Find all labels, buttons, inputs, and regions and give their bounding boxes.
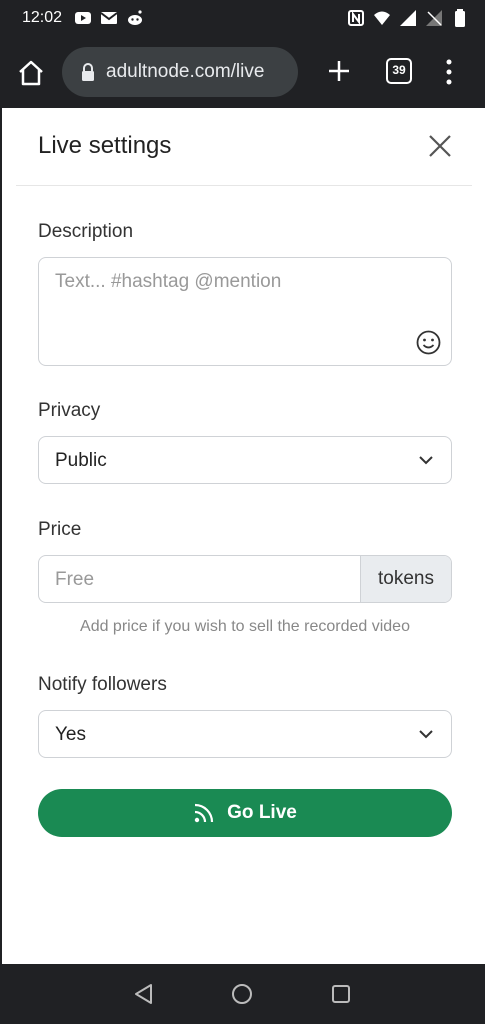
live-settings-panel: Live settings Description Text... #hasht… <box>0 108 485 964</box>
browser-toolbar: adultnode.com/live 39 <box>0 36 485 108</box>
notification-icons <box>74 9 144 27</box>
price-help-text: Add price if you wish to sell the record… <box>80 618 410 635</box>
home-icon[interactable] <box>16 58 46 88</box>
status-bar: 12:02 <box>0 0 485 36</box>
system-nav-bar <box>0 964 485 1024</box>
youtube-icon <box>75 12 91 24</box>
page-title: Live settings <box>38 132 172 159</box>
privacy-value: Public <box>55 450 107 471</box>
broadcast-icon <box>194 803 214 823</box>
status-time: 12:02 <box>22 9 63 26</box>
reddit-icon <box>128 10 142 25</box>
tokens-addon: tokens <box>360 556 451 602</box>
price-input[interactable]: Free tokens <box>38 555 452 603</box>
price-placeholder: Free <box>55 569 95 590</box>
close-icon[interactable] <box>428 134 452 158</box>
new-tab-icon[interactable] <box>326 58 352 84</box>
price-label: Price <box>38 519 82 540</box>
url-text: adultnode.com/live <box>106 61 265 82</box>
chevron-down-icon <box>419 730 433 739</box>
go-live-button[interactable]: Go Live <box>38 789 452 837</box>
notify-followers-select[interactable]: Yes <box>38 710 452 758</box>
address-bar[interactable]: adultnode.com/live <box>62 47 298 97</box>
lock-icon <box>82 63 94 81</box>
description-textarea[interactable]: Text... #hashtag @mention <box>38 257 452 366</box>
privacy-select[interactable]: Public <box>38 436 452 484</box>
more-menu-icon[interactable] <box>440 58 458 86</box>
battery-icon <box>455 9 465 27</box>
system-icons <box>347 9 469 27</box>
recents-icon[interactable] <box>329 982 353 1006</box>
home-nav-icon[interactable] <box>230 982 254 1006</box>
tab-switcher-button[interactable]: 39 <box>386 58 412 84</box>
privacy-label: Privacy <box>38 400 101 421</box>
notify-followers-value: Yes <box>55 724 86 745</box>
wifi-icon <box>374 11 390 25</box>
nfc-icon <box>348 10 364 26</box>
back-icon[interactable] <box>132 982 156 1006</box>
emoji-icon[interactable] <box>416 330 441 355</box>
no-sim-icon <box>426 10 442 26</box>
description-label: Description <box>38 221 134 242</box>
notify-followers-label: Notify followers <box>38 674 167 695</box>
gmail-icon <box>100 12 118 24</box>
description-placeholder: Text... #hashtag @mention <box>55 271 282 292</box>
go-live-label: Go Live <box>227 802 297 823</box>
signal-icon <box>400 10 416 26</box>
chevron-down-icon <box>419 456 433 465</box>
panel-header: Live settings <box>16 108 472 186</box>
